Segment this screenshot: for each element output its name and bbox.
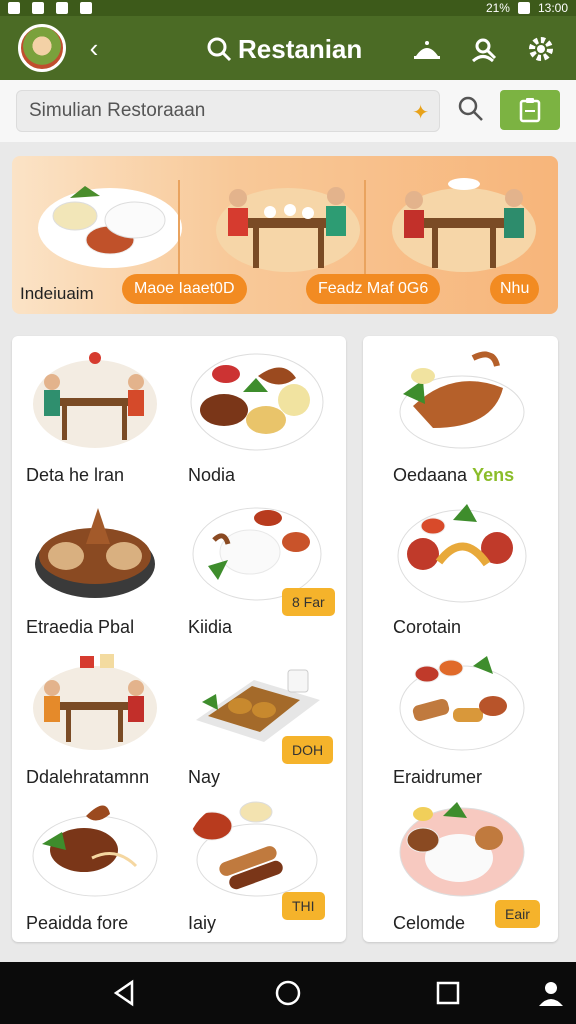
food-thumbnail bbox=[33, 654, 157, 750]
list-item[interactable]: Peaidda fore bbox=[26, 796, 186, 934]
notification-icon bbox=[80, 2, 92, 14]
system-nav-bar bbox=[0, 962, 576, 1024]
back-nav-icon[interactable] bbox=[110, 978, 140, 1008]
app-bar: ‹ Restanian bbox=[0, 16, 576, 80]
item-label: Ddalehratamnn bbox=[26, 767, 150, 787]
list-item[interactable]: Kiidia bbox=[188, 500, 348, 638]
search-input[interactable]: Simulian Restoraaan ✦ bbox=[16, 90, 440, 132]
banner-label: Indeiuaim bbox=[20, 284, 94, 303]
banner-dining-image bbox=[208, 168, 368, 278]
recents-nav-icon[interactable] bbox=[433, 978, 463, 1008]
item-label-main: Oedaana bbox=[393, 465, 468, 485]
price-tag: DOH bbox=[282, 736, 334, 764]
sparkle-icon: ✦ bbox=[412, 102, 429, 124]
item-label: Nay bbox=[188, 767, 221, 787]
price-tag: THI bbox=[282, 892, 325, 920]
food-thumbnail bbox=[399, 802, 525, 897]
banner-chip[interactable]: Nhu bbox=[490, 274, 540, 304]
menu-card: Deta he lran Nodia Etraedia Pbal Kiidia … bbox=[12, 336, 346, 942]
search-row: Simulian Restoraaan ✦ bbox=[0, 80, 576, 142]
price-tag: 8 Far bbox=[282, 588, 335, 616]
food-thumbnail bbox=[397, 504, 527, 603]
list-item[interactable]: Nodia bbox=[188, 348, 348, 486]
price-tag: Eair bbox=[495, 900, 540, 928]
avatar[interactable] bbox=[18, 24, 66, 72]
list-item[interactable]: Corotain bbox=[393, 500, 553, 638]
item-label: Oedaana Yens bbox=[393, 465, 553, 486]
status-bar: 21% 13:00 bbox=[0, 0, 576, 16]
battery-icon bbox=[517, 2, 530, 14]
page-title: Restanian bbox=[238, 33, 363, 64]
list-item[interactable]: Oedaana Yens bbox=[393, 348, 553, 486]
item-label: Kiidia bbox=[188, 617, 233, 637]
back-icon[interactable]: ‹ bbox=[80, 34, 108, 62]
notification-icon bbox=[8, 2, 20, 14]
item-label: Deta he lran bbox=[26, 465, 125, 485]
item-label: Eraidrumer bbox=[393, 767, 483, 787]
banner-food-image bbox=[30, 168, 190, 278]
list-item[interactable]: Etraedia Pbal bbox=[26, 500, 186, 638]
clipboard-button[interactable] bbox=[500, 90, 560, 130]
banner-chip[interactable]: Feadz Maf 0G6 bbox=[306, 274, 441, 304]
menu-card: Oedaana Yens Corotain Eraidrumer Celomde… bbox=[363, 336, 558, 942]
person-icon[interactable] bbox=[536, 978, 566, 1008]
clock: 13:00 bbox=[537, 1, 568, 15]
food-thumbnail bbox=[33, 352, 157, 448]
search-icon bbox=[458, 96, 483, 121]
item-label: Peaidda fore bbox=[26, 913, 129, 933]
food-thumbnail bbox=[399, 351, 525, 449]
banner-dining-image bbox=[384, 168, 544, 278]
search-icon bbox=[207, 37, 232, 62]
notification-icons bbox=[8, 2, 92, 14]
clipboard-icon bbox=[519, 98, 541, 123]
search-button[interactable] bbox=[456, 94, 484, 122]
home-nav-icon[interactable] bbox=[273, 978, 303, 1008]
food-thumbnail bbox=[191, 801, 318, 897]
title-group: Restanian bbox=[206, 32, 362, 66]
battery-percent: 21% bbox=[485, 1, 510, 15]
person-search-icon[interactable] bbox=[468, 34, 498, 64]
food-thumbnail bbox=[35, 508, 155, 598]
promo-banner[interactable]: Indeiuaim bbox=[12, 156, 558, 314]
list-item[interactable]: Nay bbox=[188, 650, 348, 788]
search-value: Simulian Restoraaan bbox=[29, 100, 206, 121]
banner-chip[interactable]: Maoe Iaaet0D bbox=[122, 274, 247, 304]
food-thumbnail bbox=[399, 656, 525, 751]
cloche-icon[interactable] bbox=[412, 34, 442, 64]
food-thumbnail bbox=[32, 805, 158, 897]
notification-icon bbox=[56, 2, 68, 14]
item-label: Nodia bbox=[188, 465, 236, 485]
notification-icon bbox=[32, 2, 44, 14]
gear-icon[interactable] bbox=[526, 34, 556, 64]
item-label: Corotain bbox=[393, 617, 462, 637]
food-thumbnail bbox=[190, 353, 324, 451]
list-item[interactable]: Eraidrumer bbox=[393, 650, 553, 788]
list-item[interactable]: Deta he lran bbox=[26, 348, 186, 486]
item-label-accent: Yens bbox=[472, 465, 515, 485]
item-label: Etraedia Pbal bbox=[26, 617, 135, 637]
list-item[interactable]: Ddalehratamnn bbox=[26, 650, 186, 788]
